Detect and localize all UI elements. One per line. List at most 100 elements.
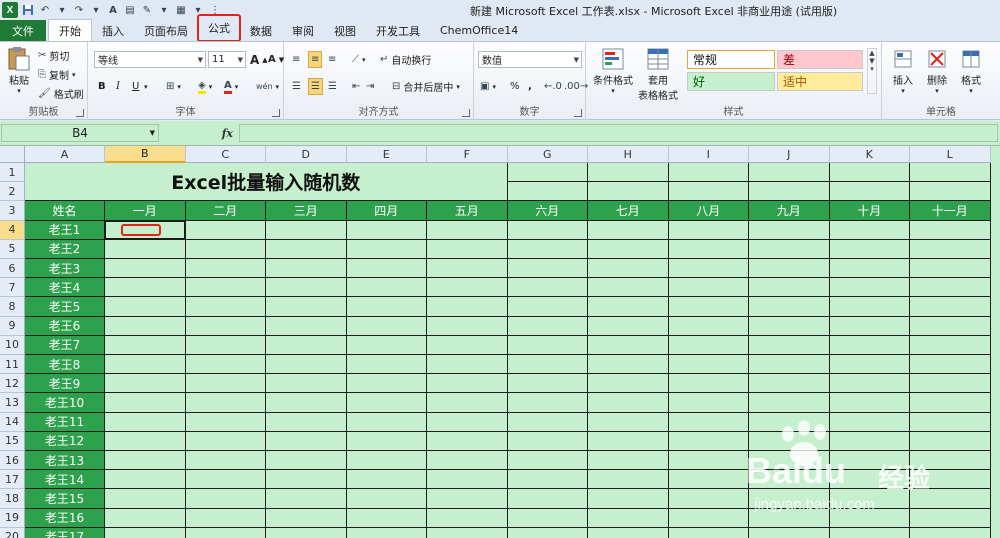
data-cell[interactable] [266,239,347,259]
format-cells-button[interactable]: 格式 ▾ [956,46,986,95]
data-cell[interactable] [910,393,991,413]
data-cell[interactable] [266,527,347,538]
select-all-corner[interactable] [0,146,25,163]
row-header-1[interactable]: 1 [0,163,25,183]
name-cell[interactable]: 老王4 [25,278,105,298]
data-cell[interactable] [185,239,266,259]
align-right-button[interactable]: ☰ [328,78,337,95]
data-cell[interactable] [588,470,669,490]
row-header-5[interactable]: 5 [0,239,25,259]
data-cell[interactable] [185,355,266,375]
data-cell[interactable] [668,470,749,490]
data-cell[interactable] [668,335,749,355]
data-cell[interactable] [829,393,910,413]
data-cell[interactable] [427,451,508,471]
data-cell[interactable] [668,508,749,528]
name-cell[interactable]: 老王12 [25,431,105,451]
column-header-c[interactable]: C [185,146,266,163]
column-header-a[interactable]: A [25,146,105,163]
row-header-11[interactable]: 11 [0,355,25,375]
data-cell[interactable] [910,335,991,355]
name-cell[interactable]: 老王11 [25,412,105,432]
data-cell[interactable] [185,489,266,509]
name-cell[interactable]: 老王14 [25,470,105,490]
data-cell[interactable] [829,527,910,538]
format-painter-button[interactable]: 🖌 格式刷 [38,85,84,102]
name-cell[interactable]: 老王15 [25,489,105,509]
data-cell[interactable] [105,374,186,394]
data-cell[interactable] [910,297,991,317]
data-cell[interactable] [668,527,749,538]
data-cell[interactable] [266,489,347,509]
data-cell[interactable] [829,259,910,279]
merge-center-button[interactable]: ⊟ 合并后居中 ▾ [392,78,460,95]
data-cell[interactable] [185,335,266,355]
data-cell[interactable] [749,335,830,355]
accounting-button[interactable]: ▣ ▾ [480,78,496,95]
data-cell[interactable] [829,239,910,259]
data-cell[interactable] [427,412,508,432]
scroll-up-icon[interactable]: ▲ [869,49,874,57]
data-cell[interactable] [266,316,347,336]
row-header-20[interactable]: 20 [0,527,25,538]
data-cell[interactable] [588,527,669,538]
data-cell[interactable] [105,355,186,375]
data-cell[interactable] [749,239,830,259]
data-cell[interactable] [346,220,427,240]
styles-scroll[interactable]: ▲ ▼ ▾ [867,48,877,94]
data-cell[interactable] [668,278,749,298]
data-cell[interactable] [105,412,186,432]
row-header-2[interactable]: 2 [0,182,25,202]
data-cell[interactable] [346,259,427,279]
underline-dropdown-icon[interactable]: ▾ [144,78,148,95]
data-cell[interactable] [910,278,991,298]
data-cell[interactable] [185,508,266,528]
data-cell[interactable] [427,220,508,240]
excel-app-icon[interactable]: X [2,2,18,18]
style-good[interactable]: 好 [687,72,775,91]
data-cell[interactable] [185,431,266,451]
data-cell[interactable] [829,297,910,317]
data-cell[interactable] [507,220,588,240]
row-header-14[interactable]: 14 [0,412,25,432]
data-cell[interactable] [749,259,830,279]
data-cell[interactable] [668,316,749,336]
fill-color-button[interactable]: ◈ ▾ [198,78,212,95]
data-cell[interactable] [668,355,749,375]
data-cell[interactable] [105,297,186,317]
undo-icon[interactable]: ↶ [38,3,52,17]
insert-cells-button[interactable]: 插入 ▾ [888,46,918,95]
data-cell[interactable] [427,278,508,298]
data-cell[interactable] [105,508,186,528]
data-cell[interactable] [427,527,508,538]
data-cell[interactable] [829,355,910,375]
tab-home[interactable]: 开始 [48,19,92,41]
data-cell[interactable] [829,374,910,394]
data-cell[interactable] [829,316,910,336]
font-launcher-icon[interactable] [272,109,280,117]
column-header-g[interactable]: G [507,146,588,163]
data-cell[interactable] [749,527,830,538]
align-left-button[interactable]: ☰ [292,78,301,95]
comma-button[interactable]: , [528,78,532,95]
data-cell[interactable] [185,259,266,279]
data-cell[interactable] [668,451,749,471]
style-neutral[interactable]: 适中 [777,72,863,91]
row-header-16[interactable]: 16 [0,451,25,471]
header-cell-i[interactable]: 八月 [668,201,749,221]
more-styles-icon[interactable]: ▾ [870,65,874,73]
data-cell[interactable] [507,412,588,432]
data-cell[interactable] [105,527,186,538]
cell-l1[interactable] [910,163,991,183]
data-cell[interactable] [105,278,186,298]
header-cell-d[interactable]: 三月 [266,201,347,221]
wrap-text-button[interactable]: ↵ 自动换行 [380,51,431,68]
data-cell[interactable] [266,431,347,451]
data-cell[interactable] [346,470,427,490]
tab-insert[interactable]: 插入 [92,20,134,41]
scroll-down-icon[interactable]: ▼ [869,57,874,65]
data-cell[interactable] [266,374,347,394]
data-cell[interactable] [185,527,266,538]
number-launcher-icon[interactable] [574,109,582,117]
underline-button[interactable]: U [132,78,139,95]
